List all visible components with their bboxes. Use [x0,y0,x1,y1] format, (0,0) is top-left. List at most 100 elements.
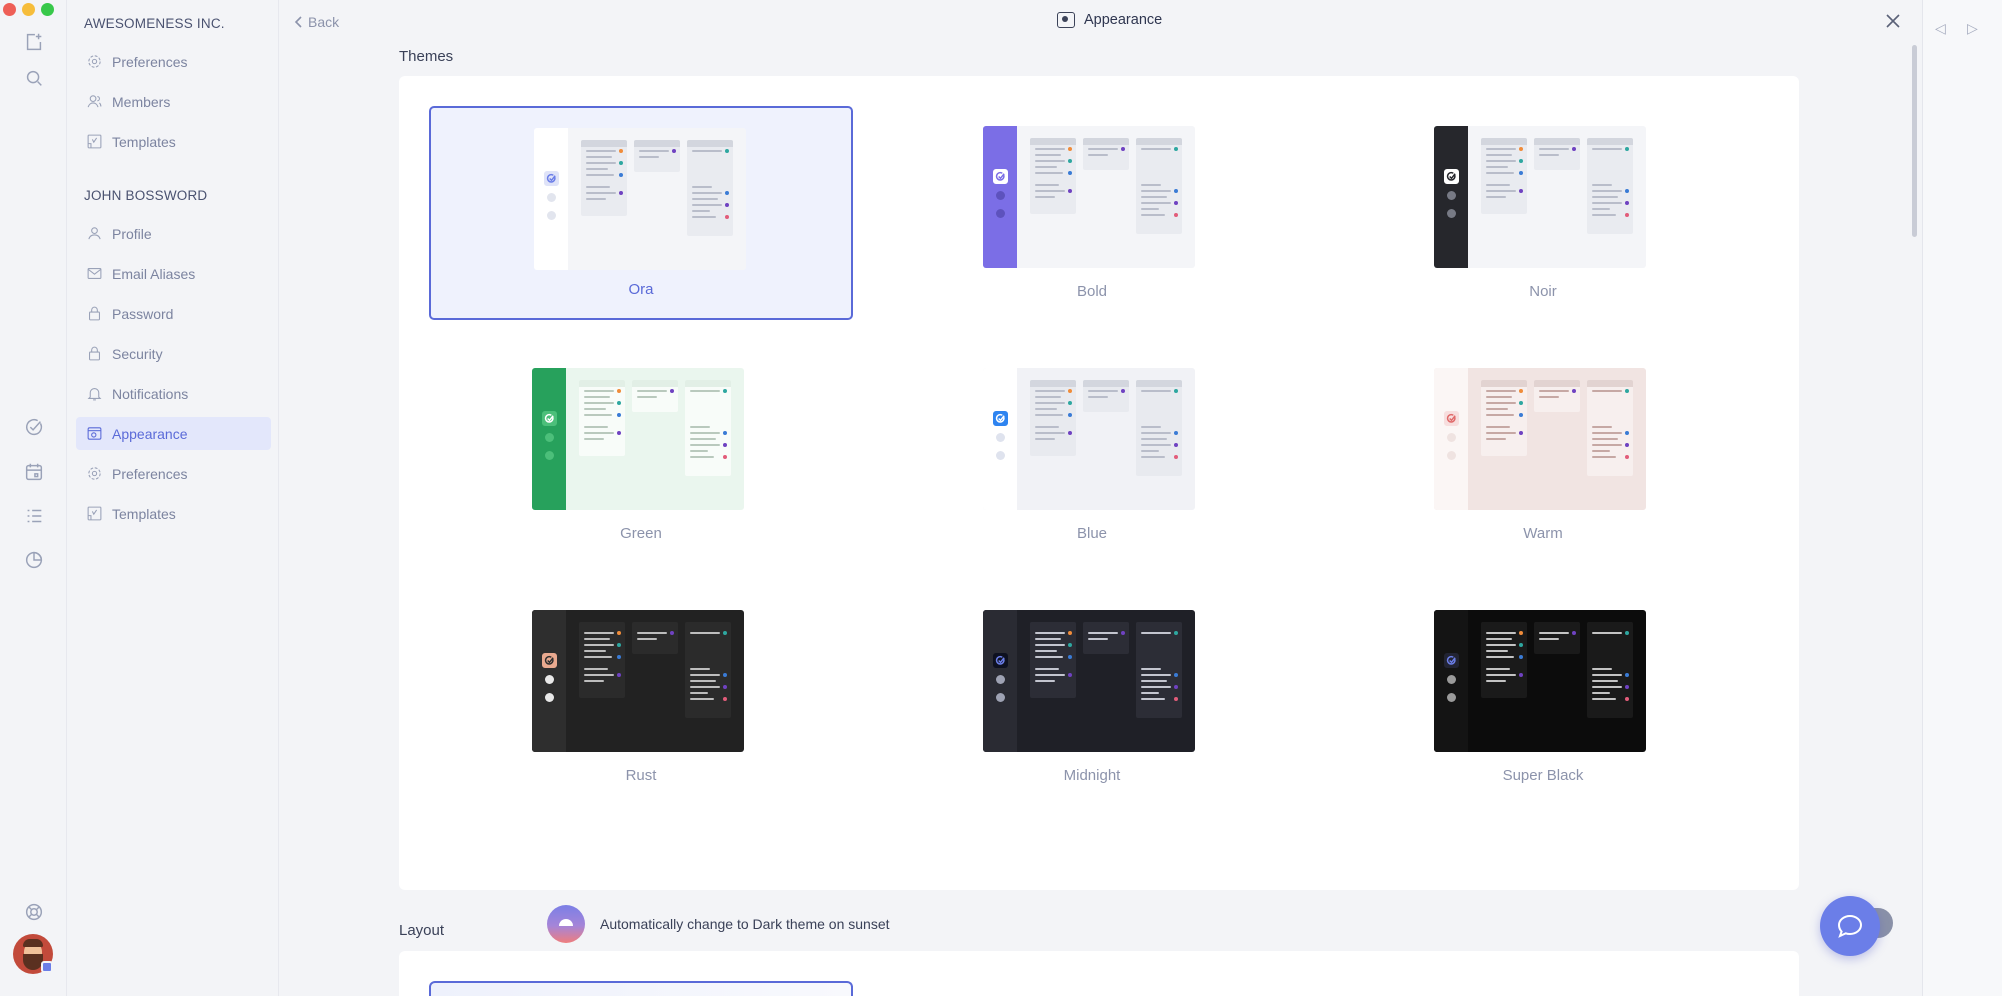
theme-preview-line [1141,456,1165,458]
theme-preview-line [584,426,608,428]
theme-name: Rust [625,767,657,784]
theme-preview-accent-dot [1068,413,1072,417]
sidebar-item-password[interactable]: Password [76,297,271,330]
avatar-status-badge [41,961,53,973]
theme-option-bold[interactable]: Bold [880,106,1304,320]
user-icon [88,227,101,240]
theme-preview-line [1088,638,1108,640]
theme-preview-line [584,402,614,404]
theme-option-super-black[interactable]: Super Black [1331,590,1755,804]
theme-preview-line [1035,656,1063,658]
theme-preview-accent-dot [1519,655,1523,659]
sidebar-item-org-preferences[interactable]: Preferences [76,45,271,78]
theme-preview-column [685,380,731,476]
theme-preview-line [586,192,616,194]
window-minimize-button[interactable] [22,3,35,16]
theme-preview-accent-dot [617,413,621,417]
theme-preview-line [1035,190,1065,192]
theme-preview-logo-icon [542,411,557,426]
gear-icon [88,467,101,480]
list-icon[interactable] [21,503,47,529]
window-close-button[interactable] [3,3,16,16]
theme-preview-line [639,156,659,158]
theme-option-ora[interactable]: Ora [429,106,853,320]
theme-preview-line [1141,432,1171,434]
theme-preview-line [1141,390,1171,392]
theme-preview-accent-dot [1625,389,1629,393]
theme-preview-line [1141,196,1167,198]
theme-preview-accent-dot [1068,389,1072,393]
tasks-check-icon[interactable] [21,415,47,441]
theme-preview-column [1587,138,1633,234]
theme-preview-accent-dot [1174,697,1178,701]
search-icon[interactable] [21,65,47,91]
themes-section-label: Themes [399,48,454,65]
theme-preview-line [1486,408,1508,410]
close-button[interactable] [1884,12,1902,30]
theme-preview-line [1035,644,1065,646]
theme-preview-line [1592,432,1622,434]
sidebar-item-members[interactable]: Members [76,85,271,118]
scrollbar[interactable] [1912,45,1917,237]
sunset-icon [547,905,585,943]
theme-option-blue[interactable]: Blue [880,348,1304,562]
auto-dark-row: Automatically change to Dark theme on su… [547,904,1899,944]
theme-preview-line [584,432,614,434]
theme-preview-accent-dot [1519,147,1523,151]
theme-preview-logo-icon [993,653,1008,668]
theme-preview-line [1592,148,1622,150]
theme-option-rust[interactable]: Rust [429,590,853,804]
sidebar-item-user-preferences[interactable]: Preferences [76,457,271,490]
theme-preview-line [586,156,612,158]
theme-option-noir[interactable]: Noir [1331,106,1755,320]
help-lifebuoy-icon[interactable] [21,899,47,925]
theme-preview-nav-dot [1447,433,1456,442]
sidebar-item-org-templates[interactable]: Templates [76,125,271,158]
new-note-icon[interactable] [21,29,47,55]
theme-preview-line [1486,668,1510,670]
theme-preview-column-header [1587,622,1633,629]
theme-preview-line [1088,390,1118,392]
next-arrow-icon[interactable]: ▷ [1967,20,1978,37]
prev-arrow-icon[interactable]: ◁ [1935,20,1946,37]
stats-icon[interactable] [21,547,47,573]
sidebar-item-appearance[interactable]: Appearance [76,417,271,450]
theme-preview-line [1486,432,1516,434]
layout-option-selected[interactable] [429,981,853,996]
theme-option-green[interactable]: Green [429,348,853,562]
theme-preview-column [1136,380,1182,476]
theme-preview-accent-dot [725,203,729,207]
members-icon [87,95,102,108]
theme-preview-accent-dot [670,389,674,393]
theme-preview-accent-dot [1519,171,1523,175]
theme-preview-line [1035,172,1063,174]
support-chat-button[interactable] [1820,896,1880,956]
sidebar-item-profile[interactable]: Profile [76,217,271,250]
theme-preview-line [1035,674,1065,676]
back-button[interactable]: Back [294,14,339,30]
sidebar-item-notifications[interactable]: Notifications [76,377,271,410]
theme-name: Super Black [1502,767,1584,784]
sidebar-item-user-templates[interactable]: Templates [76,497,271,530]
theme-preview-line [1592,692,1610,694]
theme-preview-accent-dot [619,161,623,165]
theme-option-midnight[interactable]: Midnight [880,590,1304,804]
sidebar-item-security[interactable]: Security [76,337,271,370]
window-zoom-button[interactable] [41,3,54,16]
theme-option-warm[interactable]: Warm [1331,348,1755,562]
theme-preview-nav-dot [545,693,554,702]
theme-preview-accent-dot [670,631,674,635]
theme-preview-line [1486,644,1516,646]
theme-preview-column-header [1481,380,1527,387]
theme-preview-line [1141,692,1159,694]
sidebar-item-label: Email Aliases [112,265,196,282]
theme-preview-line [1592,450,1610,452]
sidebar-item-email-aliases[interactable]: Email Aliases [76,257,271,290]
theme-preview-line [637,632,667,634]
theme-preview-line [1141,426,1161,428]
calendar-icon[interactable] [21,459,47,485]
theme-preview-column-header [1587,380,1633,387]
theme-preview-line [584,668,608,670]
theme-preview-line [1539,638,1559,640]
main-panel: Back Appearance Themes Ora Bold Noir Green B… [280,0,1922,996]
